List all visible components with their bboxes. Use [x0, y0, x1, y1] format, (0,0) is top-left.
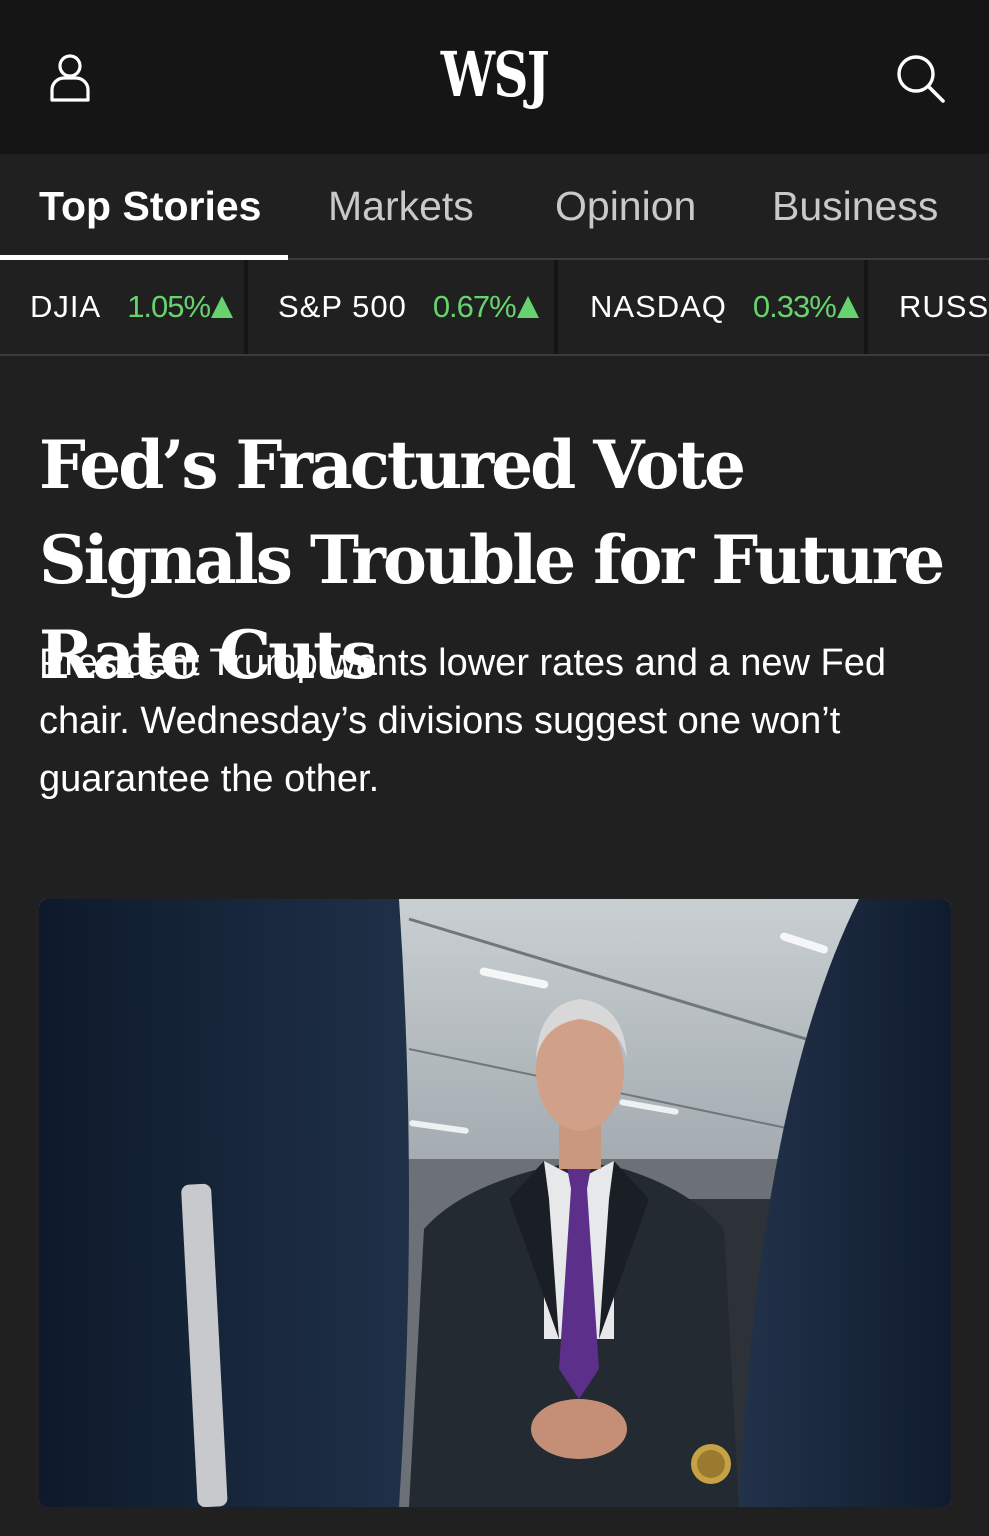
ticker-name: DJIA: [30, 289, 102, 324]
ticker-item-sp500[interactable]: S&P 500 0.67%: [278, 260, 539, 354]
search-button[interactable]: [890, 48, 950, 108]
ticker-change: 0.33%: [752, 289, 837, 324]
ticker-item-russell[interactable]: RUSSE: [899, 260, 989, 354]
ticker-item-djia[interactable]: DJIA 1.05%: [30, 260, 234, 354]
article-photo[interactable]: [39, 899, 951, 1507]
search-icon: [897, 55, 945, 103]
ticker-divider: [554, 260, 558, 354]
wsj-logo[interactable]: WSJ: [109, 38, 880, 111]
ticker-name: NASDAQ: [590, 289, 727, 324]
tab-opinion[interactable]: Opinion: [555, 154, 696, 258]
article-summary[interactable]: President Trump wants lower rates and a …: [39, 634, 959, 808]
up-arrow-icon: [211, 296, 234, 318]
ticker-divider: [864, 260, 868, 354]
tab-markets[interactable]: Markets: [328, 154, 474, 258]
up-arrow-icon: [516, 296, 539, 318]
up-arrow-icon: [836, 296, 859, 318]
ticker-divider: [244, 260, 248, 354]
section-tabs: Top Stories Markets Opinion Business: [0, 154, 989, 260]
tab-top-stories[interactable]: Top Stories: [39, 154, 261, 258]
user-icon: [50, 54, 90, 102]
account-button[interactable]: [42, 50, 98, 106]
ticker-change: 0.67%: [432, 289, 517, 324]
ticker-item-nasdaq[interactable]: NASDAQ 0.33%: [590, 260, 859, 354]
ticker-name: RUSSE: [899, 289, 989, 324]
top-bar: WSJ: [0, 0, 989, 154]
tab-business[interactable]: Business: [772, 154, 938, 258]
ticker-change: 1.05%: [127, 289, 211, 324]
market-ticker: DJIA 1.05% S&P 500 0.67% NASDAQ 0.33% RUSSE: [0, 260, 989, 356]
photo-illustration: [39, 899, 951, 1507]
ticker-name: S&P 500: [278, 289, 407, 324]
